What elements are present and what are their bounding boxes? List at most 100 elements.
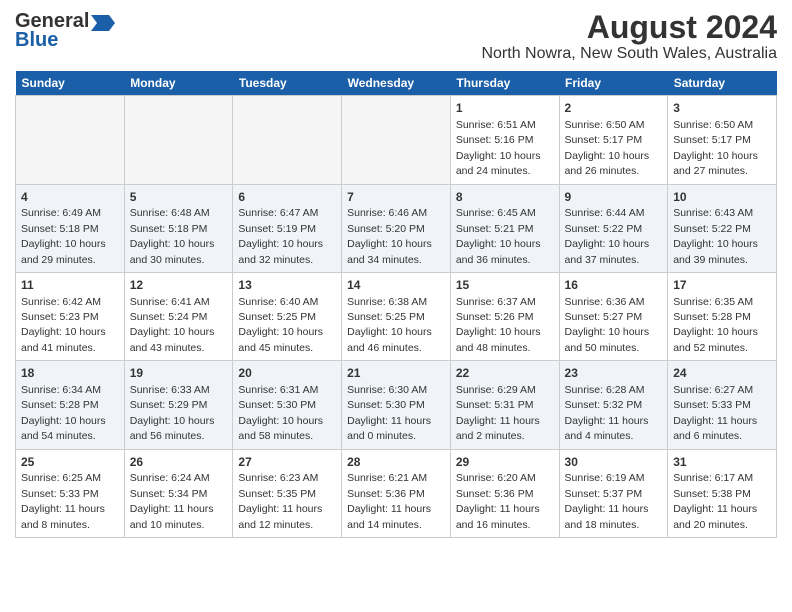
day-number: 9 bbox=[565, 189, 663, 206]
day-number: 17 bbox=[673, 277, 771, 294]
calendar-cell: 14Sunrise: 6:38 AM Sunset: 5:25 PM Dayli… bbox=[342, 272, 451, 360]
calendar-cell: 13 Sunrise: 6:40 AM Sunset: 5:25 PM Dayli… bbox=[233, 272, 342, 360]
calendar-cell bbox=[124, 96, 233, 184]
calendar-cell: 8Sunrise: 6:45 AM Sunset: 5:21 PM Daylig… bbox=[450, 184, 559, 272]
day-number: 18 bbox=[21, 365, 119, 382]
day-info: Sunrise: 6:45 AM Sunset: 5:21 PM Dayligh… bbox=[456, 207, 541, 265]
day-header-thursday: Thursday bbox=[450, 71, 559, 96]
calendar-subtitle: North Nowra, New South Wales, Australia bbox=[481, 45, 777, 63]
day-header-tuesday: Tuesday bbox=[233, 71, 342, 96]
day-info: Sunrise: 6:50 AM Sunset: 5:17 PM Dayligh… bbox=[673, 119, 758, 177]
day-info: Sunrise: 6:20 AM Sunset: 5:36 PM Dayligh… bbox=[456, 472, 540, 530]
day-info: Sunrise: 6:34 AM Sunset: 5:28 PM Dayligh… bbox=[21, 384, 106, 442]
calendar-cell: 11 Sunrise: 6:42 AM Sunset: 5:23 PM Dayli… bbox=[16, 272, 125, 360]
calendar-cell: 16 Sunrise: 6:36 AM Sunset: 5:27 PM Dayli… bbox=[559, 272, 668, 360]
day-info: Sunrise: 6:44 AM Sunset: 5:22 PM Dayligh… bbox=[565, 207, 650, 265]
calendar-cell: 6Sunrise: 6:47 AM Sunset: 5:19 PM Daylig… bbox=[233, 184, 342, 272]
calendar-cell: 27Sunrise: 6:23 AM Sunset: 5:35 PM Dayli… bbox=[233, 449, 342, 537]
day-number: 27 bbox=[238, 454, 336, 471]
day-info: Sunrise: 6:35 AM Sunset: 5:28 PM Dayligh… bbox=[673, 296, 758, 354]
day-number: 1 bbox=[456, 100, 554, 117]
day-info: Sunrise: 6:24 AM Sunset: 5:34 PM Dayligh… bbox=[130, 472, 214, 530]
calendar-cell bbox=[342, 96, 451, 184]
day-number: 28 bbox=[347, 454, 445, 471]
day-number: 8 bbox=[456, 189, 554, 206]
day-number: 11 bbox=[21, 277, 119, 294]
day-info: Sunrise: 6:49 AM Sunset: 5:18 PM Dayligh… bbox=[21, 207, 106, 265]
day-number: 2 bbox=[565, 100, 663, 117]
day-number: 23 bbox=[565, 365, 663, 382]
day-number: 5 bbox=[130, 189, 228, 206]
day-number: 21 bbox=[347, 365, 445, 382]
logo: General Blue bbox=[15, 10, 115, 52]
calendar-cell: 20 Sunrise: 6:31 AM Sunset: 5:30 PM Dayli… bbox=[233, 361, 342, 449]
calendar-cell: 19 Sunrise: 6:33 AM Sunset: 5:29 PM Dayli… bbox=[124, 361, 233, 449]
day-number: 7 bbox=[347, 189, 445, 206]
day-info: Sunrise: 6:41 AM Sunset: 5:24 PM Dayligh… bbox=[130, 296, 215, 354]
calendar-cell: 17 Sunrise: 6:35 AM Sunset: 5:28 PM Dayli… bbox=[668, 272, 777, 360]
day-info: Sunrise: 6:36 AM Sunset: 5:27 PM Dayligh… bbox=[565, 296, 650, 354]
day-number: 20 bbox=[238, 365, 336, 382]
day-info: Sunrise: 6:33 AM Sunset: 5:29 PM Dayligh… bbox=[130, 384, 215, 442]
day-info: Sunrise: 6:46 AM Sunset: 5:20 PM Dayligh… bbox=[347, 207, 432, 265]
calendar-cell: 2Sunrise: 6:50 AM Sunset: 5:17 PM Daylig… bbox=[559, 96, 668, 184]
calendar-cell: 4Sunrise: 6:49 AM Sunset: 5:18 PM Daylig… bbox=[16, 184, 125, 272]
calendar-cell: 3 Sunrise: 6:50 AM Sunset: 5:17 PM Daylig… bbox=[668, 96, 777, 184]
day-info: Sunrise: 6:37 AM Sunset: 5:26 PM Dayligh… bbox=[456, 296, 541, 354]
day-header-sunday: Sunday bbox=[16, 71, 125, 96]
day-info: Sunrise: 6:40 AM Sunset: 5:25 PM Dayligh… bbox=[238, 296, 323, 354]
calendar-cell bbox=[233, 96, 342, 184]
day-info: Sunrise: 6:51 AM Sunset: 5:16 PM Dayligh… bbox=[456, 119, 541, 177]
day-number: 13 bbox=[238, 277, 336, 294]
calendar-cell: 21 Sunrise: 6:30 AM Sunset: 5:30 PM Dayli… bbox=[342, 361, 451, 449]
calendar-week-row: 18 Sunrise: 6:34 AM Sunset: 5:28 PM Dayli… bbox=[16, 361, 777, 449]
day-number: 30 bbox=[565, 454, 663, 471]
calendar-cell: 18 Sunrise: 6:34 AM Sunset: 5:28 PM Dayli… bbox=[16, 361, 125, 449]
day-info: Sunrise: 6:19 AM Sunset: 5:37 PM Dayligh… bbox=[565, 472, 649, 530]
day-number: 26 bbox=[130, 454, 228, 471]
calendar-cell: 29Sunrise: 6:20 AM Sunset: 5:36 PM Dayli… bbox=[450, 449, 559, 537]
day-number: 6 bbox=[238, 189, 336, 206]
calendar-week-row: 4Sunrise: 6:49 AM Sunset: 5:18 PM Daylig… bbox=[16, 184, 777, 272]
day-info: Sunrise: 6:29 AM Sunset: 5:31 PM Dayligh… bbox=[456, 384, 540, 442]
day-number: 16 bbox=[565, 277, 663, 294]
calendar-week-row: 25Sunrise: 6:25 AM Sunset: 5:33 PM Dayli… bbox=[16, 449, 777, 537]
calendar-cell: 26Sunrise: 6:24 AM Sunset: 5:34 PM Dayli… bbox=[124, 449, 233, 537]
calendar-cell: 12Sunrise: 6:41 AM Sunset: 5:24 PM Dayli… bbox=[124, 272, 233, 360]
day-info: Sunrise: 6:42 AM Sunset: 5:23 PM Dayligh… bbox=[21, 296, 106, 354]
calendar-cell: 25Sunrise: 6:25 AM Sunset: 5:33 PM Dayli… bbox=[16, 449, 125, 537]
logo-blue: Blue bbox=[15, 29, 58, 52]
calendar-cell: 23 Sunrise: 6:28 AM Sunset: 5:32 PM Dayli… bbox=[559, 361, 668, 449]
page-header: General Blue August 2024 North Nowra, Ne… bbox=[15, 10, 777, 63]
day-info: Sunrise: 6:21 AM Sunset: 5:36 PM Dayligh… bbox=[347, 472, 431, 530]
calendar-table: SundayMondayTuesdayWednesdayThursdayFrid… bbox=[15, 71, 777, 538]
calendar-cell: 1 Sunrise: 6:51 AM Sunset: 5:16 PM Daylig… bbox=[450, 96, 559, 184]
day-header-monday: Monday bbox=[124, 71, 233, 96]
day-info: Sunrise: 6:30 AM Sunset: 5:30 PM Dayligh… bbox=[347, 384, 431, 442]
day-number: 19 bbox=[130, 365, 228, 382]
day-number: 22 bbox=[456, 365, 554, 382]
calendar-cell: 7Sunrise: 6:46 AM Sunset: 5:20 PM Daylig… bbox=[342, 184, 451, 272]
calendar-cell: 30Sunrise: 6:19 AM Sunset: 5:37 PM Dayli… bbox=[559, 449, 668, 537]
day-info: Sunrise: 6:28 AM Sunset: 5:32 PM Dayligh… bbox=[565, 384, 649, 442]
day-info: Sunrise: 6:38 AM Sunset: 5:25 PM Dayligh… bbox=[347, 296, 432, 354]
day-info: Sunrise: 6:48 AM Sunset: 5:18 PM Dayligh… bbox=[130, 207, 215, 265]
day-number: 4 bbox=[21, 189, 119, 206]
day-info: Sunrise: 6:23 AM Sunset: 5:35 PM Dayligh… bbox=[238, 472, 322, 530]
calendar-title: August 2024 bbox=[481, 10, 777, 45]
title-block: August 2024 North Nowra, New South Wales… bbox=[481, 10, 777, 63]
calendar-cell bbox=[16, 96, 125, 184]
day-info: Sunrise: 6:31 AM Sunset: 5:30 PM Dayligh… bbox=[238, 384, 323, 442]
day-number: 15 bbox=[456, 277, 554, 294]
day-number: 24 bbox=[673, 365, 771, 382]
logo-arrow-icon bbox=[91, 15, 115, 31]
calendar-cell: 5Sunrise: 6:48 AM Sunset: 5:18 PM Daylig… bbox=[124, 184, 233, 272]
day-number: 10 bbox=[673, 189, 771, 206]
calendar-cell: 28Sunrise: 6:21 AM Sunset: 5:36 PM Dayli… bbox=[342, 449, 451, 537]
day-info: Sunrise: 6:27 AM Sunset: 5:33 PM Dayligh… bbox=[673, 384, 757, 442]
day-info: Sunrise: 6:43 AM Sunset: 5:22 PM Dayligh… bbox=[673, 207, 758, 265]
day-info: Sunrise: 6:47 AM Sunset: 5:19 PM Dayligh… bbox=[238, 207, 323, 265]
calendar-header-row: SundayMondayTuesdayWednesdayThursdayFrid… bbox=[16, 71, 777, 96]
calendar-cell: 15 Sunrise: 6:37 AM Sunset: 5:26 PM Dayli… bbox=[450, 272, 559, 360]
day-number: 3 bbox=[673, 100, 771, 117]
